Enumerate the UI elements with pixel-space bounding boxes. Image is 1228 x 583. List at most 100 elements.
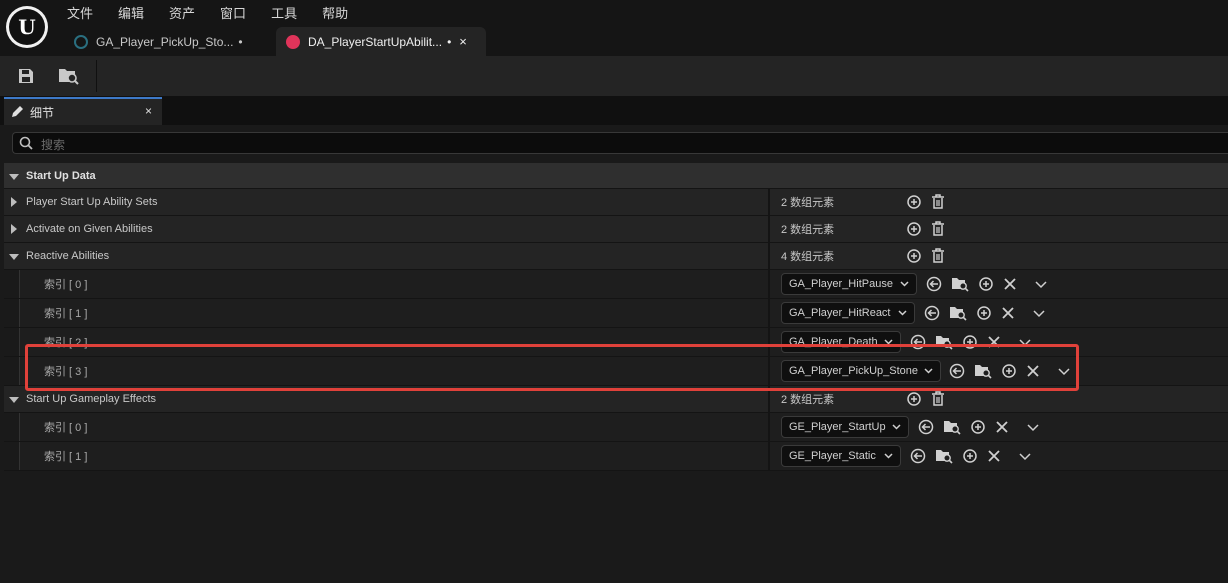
chevron-down-icon[interactable] xyxy=(1034,277,1048,291)
menu-bar: 文件 编辑 资产 窗口 工具 帮助 xyxy=(67,3,348,22)
array-count: 2 数组元素 xyxy=(781,224,835,236)
save-icon[interactable] xyxy=(15,65,37,87)
delete-all-icon[interactable] xyxy=(931,194,945,210)
chevron-down-icon xyxy=(900,281,909,287)
logo-text: U xyxy=(9,9,45,45)
use-selected-icon[interactable] xyxy=(926,276,942,292)
browse-asset-icon[interactable] xyxy=(949,305,967,321)
search-placeholder: 搜索 xyxy=(41,138,66,152)
insert-element-icon[interactable] xyxy=(976,305,992,321)
asset-value: GE_Player_Static xyxy=(789,450,876,462)
use-selected-icon[interactable] xyxy=(918,419,934,435)
column-divider[interactable] xyxy=(768,189,770,215)
asset-picker-combo[interactable]: GA_Player_HitPause xyxy=(781,273,917,295)
section-start-up-data[interactable]: Start Up Data xyxy=(4,163,1228,189)
array-count: 4 数组元素 xyxy=(781,251,835,263)
section-title: Start Up Data xyxy=(26,169,96,182)
modified-indicator: • xyxy=(447,34,452,49)
array-element-row: 索引 [ 1 ] GE_Player_Static xyxy=(4,442,1228,471)
remove-element-icon[interactable] xyxy=(1001,306,1015,320)
column-divider[interactable] xyxy=(768,299,770,327)
expand-arrow-icon[interactable] xyxy=(11,224,17,234)
asset-value: GE_Player_StartUp xyxy=(789,421,886,433)
search-input[interactable]: 搜索 xyxy=(12,132,1228,154)
expand-arrow-icon[interactable] xyxy=(9,173,19,180)
indent-guide xyxy=(4,357,20,385)
array-element-row: 索引 [ 0 ] GA_Player_HitPause xyxy=(4,270,1228,299)
insert-element-icon[interactable] xyxy=(962,448,978,464)
tab-details[interactable]: 细节 × xyxy=(4,97,162,125)
expand-arrow-icon[interactable] xyxy=(9,397,19,403)
panel-tab-bar: 细节 × xyxy=(0,97,1228,125)
details-tab-label: 细节 xyxy=(30,105,55,120)
column-divider[interactable] xyxy=(768,442,770,470)
menu-tools[interactable]: 工具 xyxy=(271,3,297,22)
indent-guide xyxy=(4,328,20,356)
expand-arrow-icon[interactable] xyxy=(11,197,17,207)
array-element-row: 索引 [ 0 ] GE_Player_StartUp xyxy=(4,413,1228,442)
delete-all-icon[interactable] xyxy=(931,391,945,407)
expand-arrow-icon[interactable] xyxy=(9,254,19,260)
close-icon[interactable]: × xyxy=(145,104,152,118)
chevron-down-icon xyxy=(884,453,893,459)
asset-value: GA_Player_HitReact xyxy=(789,307,891,319)
unreal-logo-icon[interactable]: U xyxy=(6,6,48,48)
column-divider[interactable] xyxy=(768,270,770,298)
browse-asset-icon[interactable] xyxy=(943,419,961,435)
modified-indicator: • xyxy=(238,34,243,49)
menu-help[interactable]: 帮助 xyxy=(322,3,348,22)
chevron-down-icon[interactable] xyxy=(1026,420,1040,434)
delete-all-icon[interactable] xyxy=(931,221,945,237)
menu-window[interactable]: 窗口 xyxy=(220,3,246,22)
asset-picker-combo[interactable]: GE_Player_StartUp xyxy=(781,416,909,438)
column-divider[interactable] xyxy=(768,413,770,441)
property-row: Activate on Given Abilities 2 数组元素 xyxy=(4,216,1228,243)
index-label: 索引 [ 1 ] xyxy=(44,308,88,320)
array-count: 2 数组元素 xyxy=(781,197,835,209)
indent-guide xyxy=(4,442,20,470)
chevron-down-icon[interactable] xyxy=(1018,449,1032,463)
remove-element-icon[interactable] xyxy=(987,449,1001,463)
add-element-icon[interactable] xyxy=(906,248,922,264)
menu-edit[interactable]: 编辑 xyxy=(118,3,144,22)
column-divider[interactable] xyxy=(768,216,770,242)
chevron-down-icon xyxy=(898,310,907,316)
indent-guide xyxy=(4,413,20,441)
highlight-annotation xyxy=(25,344,1079,391)
browse-asset-icon[interactable] xyxy=(951,276,969,292)
chevron-down-icon xyxy=(892,424,901,430)
remove-element-icon[interactable] xyxy=(995,420,1009,434)
search-icon xyxy=(19,136,33,150)
asset-value: GA_Player_HitPause xyxy=(789,278,893,290)
chevron-down-icon[interactable] xyxy=(1032,306,1046,320)
array-element-row: 索引 [ 1 ] GA_Player_HitReact xyxy=(4,299,1228,328)
tab-da-player-startup[interactable]: DA_PlayerStartUpAbilit... • × xyxy=(276,27,486,56)
use-selected-icon[interactable] xyxy=(924,305,940,321)
delete-all-icon[interactable] xyxy=(931,248,945,264)
column-divider[interactable] xyxy=(768,243,770,269)
blueprint-icon xyxy=(74,34,88,49)
property-name: Reactive Abilities xyxy=(26,250,110,262)
add-element-icon[interactable] xyxy=(906,194,922,210)
index-label: 索引 [ 0 ] xyxy=(44,279,88,291)
indent-guide xyxy=(4,299,20,327)
toolbar-separator xyxy=(96,60,97,92)
indent-guide xyxy=(4,270,20,298)
browse-folder-icon[interactable] xyxy=(58,65,80,87)
asset-picker-combo[interactable]: GE_Player_Static xyxy=(781,445,901,467)
use-selected-icon[interactable] xyxy=(910,448,926,464)
menu-asset[interactable]: 资产 xyxy=(169,3,195,22)
insert-element-icon[interactable] xyxy=(978,276,994,292)
tab-ga-player-pickup[interactable]: GA_Player_PickUp_Sto... • xyxy=(68,27,268,56)
remove-element-icon[interactable] xyxy=(1003,277,1017,291)
index-label: 索引 [ 0 ] xyxy=(44,422,88,434)
menu-file[interactable]: 文件 xyxy=(67,3,93,22)
add-element-icon[interactable] xyxy=(906,391,922,407)
insert-element-icon[interactable] xyxy=(970,419,986,435)
asset-picker-combo[interactable]: GA_Player_HitReact xyxy=(781,302,915,324)
close-icon[interactable]: × xyxy=(459,34,467,49)
browse-asset-icon[interactable] xyxy=(935,448,953,464)
data-asset-icon xyxy=(286,34,300,49)
toolbar xyxy=(0,56,1228,97)
add-element-icon[interactable] xyxy=(906,221,922,237)
